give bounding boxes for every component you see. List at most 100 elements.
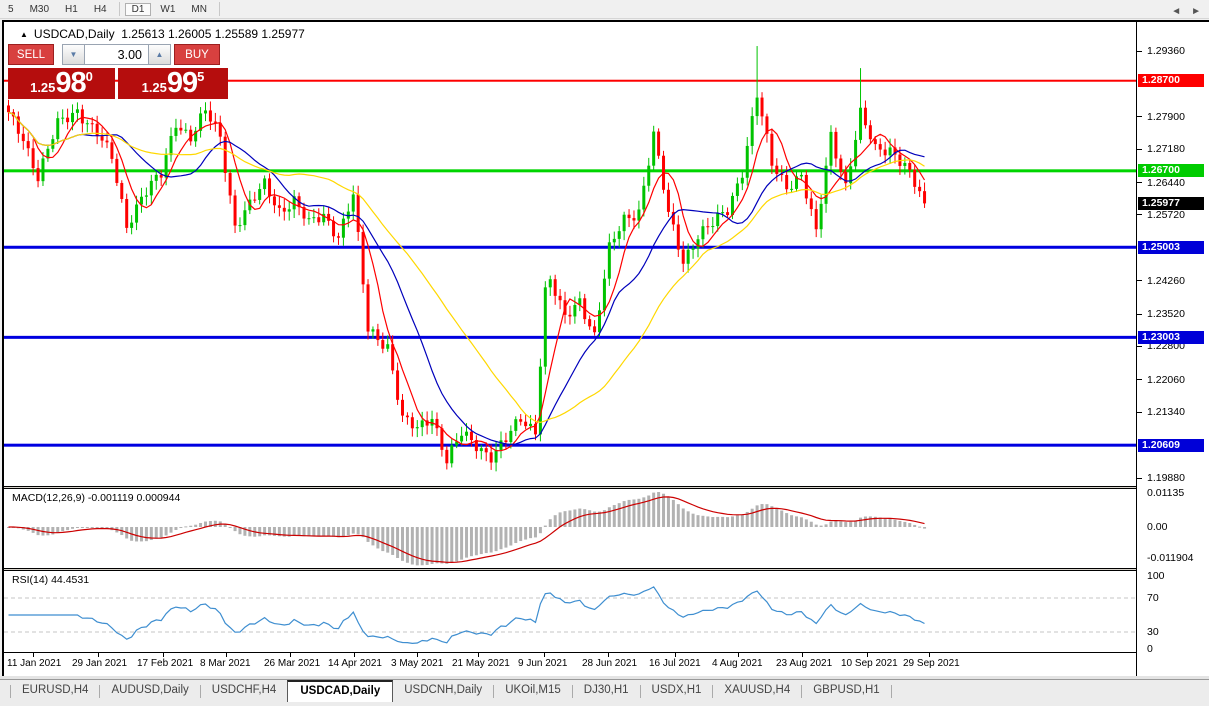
price-level-badge[interactable]: 1.28700 [1138,74,1204,88]
buy-button[interactable]: BUY [174,44,220,65]
chevron-down-icon: ▼ [69,50,78,59]
price-axis-tick [1137,214,1142,216]
rsi-axis-label: 70 [1147,592,1159,604]
price-axis-tick [1137,116,1142,118]
chart-tab-EURUSD-H4[interactable]: EURUSD,H4 [11,680,99,699]
volume-increase-button[interactable]: ▲ [148,44,171,65]
toolbar-tf-M30[interactable]: M30 [23,3,56,16]
chart-tab-USDCHF-H4[interactable]: USDCHF,H4 [201,680,288,699]
price-axis-label: 1.25720 [1147,208,1185,221]
rsi-line [8,586,925,645]
price-axis-label: 1.23520 [1147,308,1185,321]
rsi-axis-label: 30 [1147,626,1159,638]
macd-indicator-label: MACD(12,26,9) -0.001119 0.000944 [12,492,181,504]
price-axis-label: 1.22060 [1147,373,1185,386]
chart-symbol-label: USDCAD,Daily [33,27,115,41]
collapse-icon[interactable]: ▲ [20,30,28,39]
chart-tab-XAUUSD-H4[interactable]: XAUUSD,H4 [713,680,801,699]
toolbar-tf-W1[interactable]: W1 [153,3,182,16]
sell-price-big-digits: 98 [55,67,86,99]
buy-price-display[interactable]: 1.25 99 5 [118,68,228,99]
chart-tab-GBPUSD-H1[interactable]: GBPUSD,H1 [802,680,890,699]
rsi-indicator-label: RSI(14) 44.4531 [12,574,90,586]
date-axis-tick [608,653,609,657]
price-level-badge[interactable]: 1.23003 [1138,330,1204,344]
sell-button[interactable]: SELL [8,44,54,65]
price-axis-tick [1137,345,1142,347]
date-axis-tick [163,653,164,657]
date-axis-label: 9 Jun 2021 [518,658,568,669]
date-axis-tick [929,653,930,657]
chart-title: ▲ USDCAD,Daily 1.25613 1.26005 1.25589 1.… [20,27,305,41]
price-axis[interactable]: 1.29360 1.27900 1.27180 1.26440 1.25720 1.242… [1136,22,1209,676]
macd-axis-label: 0.01135 [1147,487,1185,499]
price-level-badge[interactable]: 1.20609 [1138,438,1204,452]
rsi-chart[interactable] [4,571,1136,652]
tab-scroll-left-icon[interactable]: ◄ [1171,6,1181,17]
sell-price-pip-digit: 0 [85,69,93,84]
date-axis-tick [675,653,676,657]
date-axis-tick [226,653,227,657]
macd-axis-label: 0.00 [1147,521,1168,533]
chart-tab-UKOil-M15[interactable]: UKOil,M15 [494,680,572,699]
price-level-badge[interactable]: 1.26700 [1138,164,1204,178]
moving-average-line [8,111,925,446]
toolbar-tf-MN[interactable]: MN [184,3,214,16]
horizontal-level-line[interactable] [4,335,1136,339]
date-axis-tick [738,653,739,657]
horizontal-level-line[interactable] [4,443,1136,447]
price-axis-tick [1137,280,1142,282]
price-axis-label: 1.19880 [1147,472,1185,485]
price-axis-label: 1.21340 [1147,406,1185,419]
date-axis-tick [544,653,545,657]
date-axis-label: 3 May 2021 [391,658,444,669]
toolbar-tf-D1[interactable]: D1 [124,2,152,16]
price-axis-tick [1137,148,1142,150]
one-click-trading-widget: SELL ▼ ▲ BUY 1.25980 1.25995 [8,44,232,99]
tab-separator [890,685,892,698]
moving-average-line [8,111,926,452]
chart-tab-AUDUSD-Daily[interactable]: AUDUSD,Daily [100,680,199,699]
price-axis-label: 1.27180 [1147,143,1185,156]
price-axis-tick [1137,50,1142,52]
rsi-panel-canvas[interactable] [4,571,1136,652]
sell-price-display[interactable]: 1.25 98 0 [8,68,115,99]
macd-axis-label: -0.011904 [1147,552,1194,564]
horizontal-level-line[interactable] [4,169,1136,173]
tab-scroll-right-icon[interactable]: ► [1191,6,1201,17]
date-axis-label: 11 Jan 2021 [7,658,62,669]
date-axis-label: 8 Mar 2021 [200,658,251,669]
buy-price-big-digits: 99 [166,67,198,99]
toolbar-separator [118,2,120,16]
date-axis-label: 28 Jun 2021 [582,658,638,669]
volume-decrease-button[interactable]: ▼ [62,44,85,65]
chart-tab-USDX-H1[interactable]: USDX,H1 [641,680,713,699]
toolbar-tf-5[interactable]: 5 [1,3,21,16]
price-axis-tick [1137,379,1142,381]
sell-price-prefix: 1.25 [30,80,56,95]
price-axis-label: 1.26440 [1147,176,1185,189]
horizontal-level-line[interactable] [4,245,1136,249]
date-axis-tick [33,653,34,657]
price-axis-label: 1.24260 [1147,274,1185,287]
chart-tab-bar: EURUSD,H4 AUDUSD,Daily USDCHF,H4 USDCAD,Dai… [0,679,1209,706]
price-level-badge[interactable]: 1.25003 [1138,240,1204,254]
tab-scrollers: ◄ ► [1171,6,1201,17]
toolbar-tf-H4[interactable]: H4 [87,3,114,16]
volume-input[interactable] [85,44,148,65]
chart-tab-DJ30-H1[interactable]: DJ30,H1 [573,680,640,699]
date-axis-label: 26 Mar 2021 [264,658,321,669]
buy-price-prefix: 1.25 [141,80,167,95]
date-axis-label: 17 Feb 2021 [137,658,194,669]
date-axis-tick [802,653,803,657]
chart-tab-USDCNH-Daily[interactable]: USDCNH,Daily [393,680,493,699]
date-axis-tick [867,653,868,657]
date-axis[interactable]: 11 Jan 2021 29 Jan 2021 17 Feb 2021 8 Mar 2… [4,652,1136,677]
date-axis-tick [354,653,355,657]
price-axis-tick [1137,477,1142,479]
date-axis-tick [98,653,99,657]
chart-tab-USDCAD-Daily[interactable]: USDCAD,Daily [287,680,394,702]
toolbar-tf-H1[interactable]: H1 [58,3,85,16]
price-axis-tick [1137,411,1142,413]
buy-price-pip-digit: 5 [197,69,205,84]
